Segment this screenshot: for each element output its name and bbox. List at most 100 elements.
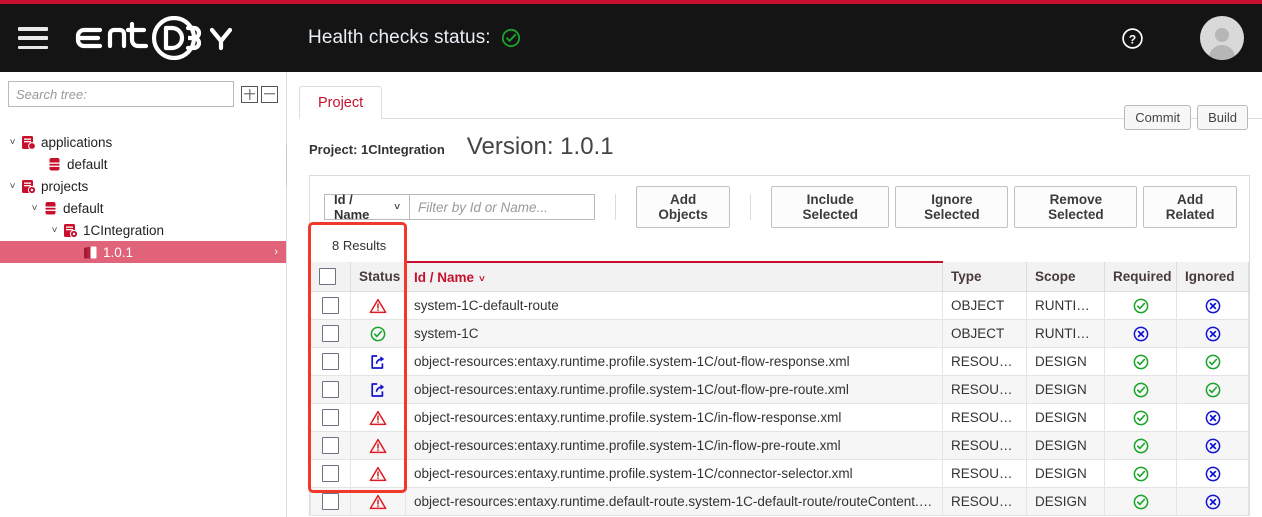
row-checkbox-cell[interactable] [310, 459, 351, 488]
objects-table: Status Id / Name ˅ Type Scope Required I… [310, 261, 1249, 516]
tree-toggle-buttons [241, 85, 278, 103]
row-ignored-cell [1176, 291, 1249, 320]
chevron-down-icon: ˅ [394, 201, 401, 213]
row-type-cell: OBJECT [942, 291, 1027, 320]
tree-item-projects[interactable]: ˅ projects [0, 175, 286, 197]
table-row[interactable]: system-1C-default-route OBJECT RUNTIME [310, 291, 1249, 320]
row-checkbox[interactable] [322, 465, 339, 482]
table-row[interactable]: object-resources:entaxy.runtime.profile.… [310, 375, 1249, 404]
select-all-checkbox[interactable] [319, 268, 336, 285]
row-checkbox[interactable] [322, 325, 339, 342]
table-body: system-1C-default-route OBJECT RUNTIME syst… [310, 291, 1249, 516]
row-status-cell [350, 319, 406, 348]
row-name-cell: system-1C [405, 319, 943, 348]
row-scope-cell: DESIGN [1026, 459, 1105, 488]
table-row[interactable]: object-resources:entaxy.runtime.profile.… [310, 431, 1249, 460]
row-checkbox[interactable] [322, 493, 339, 510]
tree-item-label: projects [41, 178, 89, 194]
row-ignored-cell [1176, 431, 1249, 460]
row-checkbox-cell[interactable] [310, 487, 351, 516]
tree-item-1cintegration[interactable]: ˅ 1CIntegration [0, 219, 286, 241]
table-row[interactable]: system-1C OBJECT RUNTIME [310, 319, 1249, 348]
main-content: Project Project: 1CIntegration Version: … [287, 72, 1262, 517]
column-header-scope[interactable]: Scope [1026, 262, 1105, 292]
row-ignored-cell [1176, 459, 1249, 488]
filter-field-select[interactable]: Id / Name ˅ [324, 192, 410, 222]
search-tree-input[interactable] [8, 81, 234, 107]
tree-item-applications[interactable]: ˅ applications [0, 131, 286, 153]
column-header-ignored[interactable]: Ignored [1176, 262, 1249, 292]
row-scope-cell: DESIGN [1026, 431, 1105, 460]
svg-text:?: ? [1129, 32, 1136, 46]
check-circle-icon [1133, 466, 1149, 482]
add-objects-button[interactable]: Add Objects [635, 186, 731, 228]
app-header: Health checks status: ? [0, 4, 1262, 72]
row-scope-cell: RUNTIME [1026, 319, 1105, 348]
ignore-selected-button[interactable]: Ignore Selected [895, 186, 1009, 228]
tree-item-label: default [67, 156, 108, 172]
column-label: Scope [1035, 269, 1076, 284]
include-selected-button[interactable]: Include Selected [771, 186, 890, 228]
column-header-select-all[interactable] [310, 262, 351, 292]
row-checkbox-cell[interactable] [310, 375, 351, 404]
row-status-cell [350, 431, 406, 460]
column-label: Required [1113, 269, 1172, 284]
check-circle-icon [501, 28, 521, 48]
project-name-label: Project: 1CIntegration [309, 142, 445, 157]
tree-item-applications-default[interactable]: default [0, 153, 286, 175]
filter-field-label: Id / Name [334, 192, 370, 222]
expand-all-icon[interactable] [241, 85, 258, 103]
row-checkbox-cell[interactable] [310, 347, 351, 376]
row-required-cell [1104, 291, 1177, 320]
build-button[interactable]: Build [1197, 105, 1248, 130]
add-related-button[interactable]: Add Related [1143, 186, 1237, 228]
row-scope-cell: DESIGN [1026, 487, 1105, 516]
table-row[interactable]: object-resources:entaxy.runtime.profile.… [310, 347, 1249, 376]
column-header-required[interactable]: Required [1104, 262, 1177, 292]
remove-selected-button[interactable]: Remove Selected [1014, 186, 1138, 228]
toolbar-divider [615, 194, 616, 220]
row-checkbox-cell[interactable] [310, 403, 351, 432]
table-row[interactable]: object-resources:entaxy.runtime.profile.… [310, 403, 1249, 432]
tree-item-version-1-0-1[interactable]: 1.0.1 › [0, 241, 286, 263]
chevron-down-icon[interactable]: ˅ [6, 137, 19, 148]
row-scope-cell: RUNTIME [1026, 291, 1105, 320]
project-header: Project: 1CIntegration Version: 1.0.1 Co… [299, 105, 1262, 161]
chevron-down-icon[interactable]: ˅ [6, 181, 19, 192]
chevron-down-icon[interactable]: ˅ [48, 225, 61, 236]
commit-button[interactable]: Commit [1124, 105, 1192, 130]
tab-project[interactable]: Project [299, 86, 383, 119]
hamburger-menu-icon[interactable] [18, 27, 48, 49]
row-checkbox[interactable] [322, 381, 339, 398]
column-header-type[interactable]: Type [942, 262, 1027, 292]
row-checkbox-cell[interactable] [310, 319, 351, 348]
filter-input[interactable] [409, 194, 596, 220]
chevron-down-icon[interactable]: ˅ [28, 203, 41, 214]
chevron-right-icon[interactable]: › [274, 246, 278, 258]
row-checkbox[interactable] [322, 437, 339, 454]
database-icon [41, 201, 59, 216]
check-circle-icon [1133, 354, 1149, 370]
row-checkbox[interactable] [322, 297, 339, 314]
collapse-all-icon[interactable] [261, 85, 278, 103]
row-checkbox[interactable] [322, 409, 339, 426]
table-row[interactable]: object-resources:entaxy.runtime.profile.… [310, 459, 1249, 488]
row-checkbox-cell[interactable] [310, 291, 351, 320]
user-avatar-icon[interactable] [1200, 16, 1244, 60]
table-header-row: Status Id / Name ˅ Type Scope Required I… [310, 261, 1249, 292]
check-circle-icon [1133, 494, 1149, 510]
row-type-cell: RESOURCE [942, 347, 1027, 376]
x-circle-icon [1205, 298, 1221, 314]
app-root: Health checks status: ? Search tree: ˅ a… [0, 0, 1262, 517]
row-checkbox[interactable] [322, 353, 339, 370]
row-status-cell [350, 375, 406, 404]
row-checkbox-cell[interactable] [310, 431, 351, 460]
column-header-id-name[interactable]: Id / Name ˅ [405, 261, 943, 292]
tree-item-label: applications [41, 134, 113, 150]
table-row[interactable]: object-resources:entaxy.runtime.default-… [310, 487, 1249, 516]
column-header-status[interactable]: Status [350, 262, 406, 292]
objects-toolbar: Id / Name ˅ Add Objects Include Selected… [310, 176, 1249, 238]
tree-item-projects-default[interactable]: ˅ default [0, 197, 286, 219]
question-mark-circle-icon[interactable]: ? [1121, 27, 1144, 50]
column-label: Status [359, 269, 401, 284]
